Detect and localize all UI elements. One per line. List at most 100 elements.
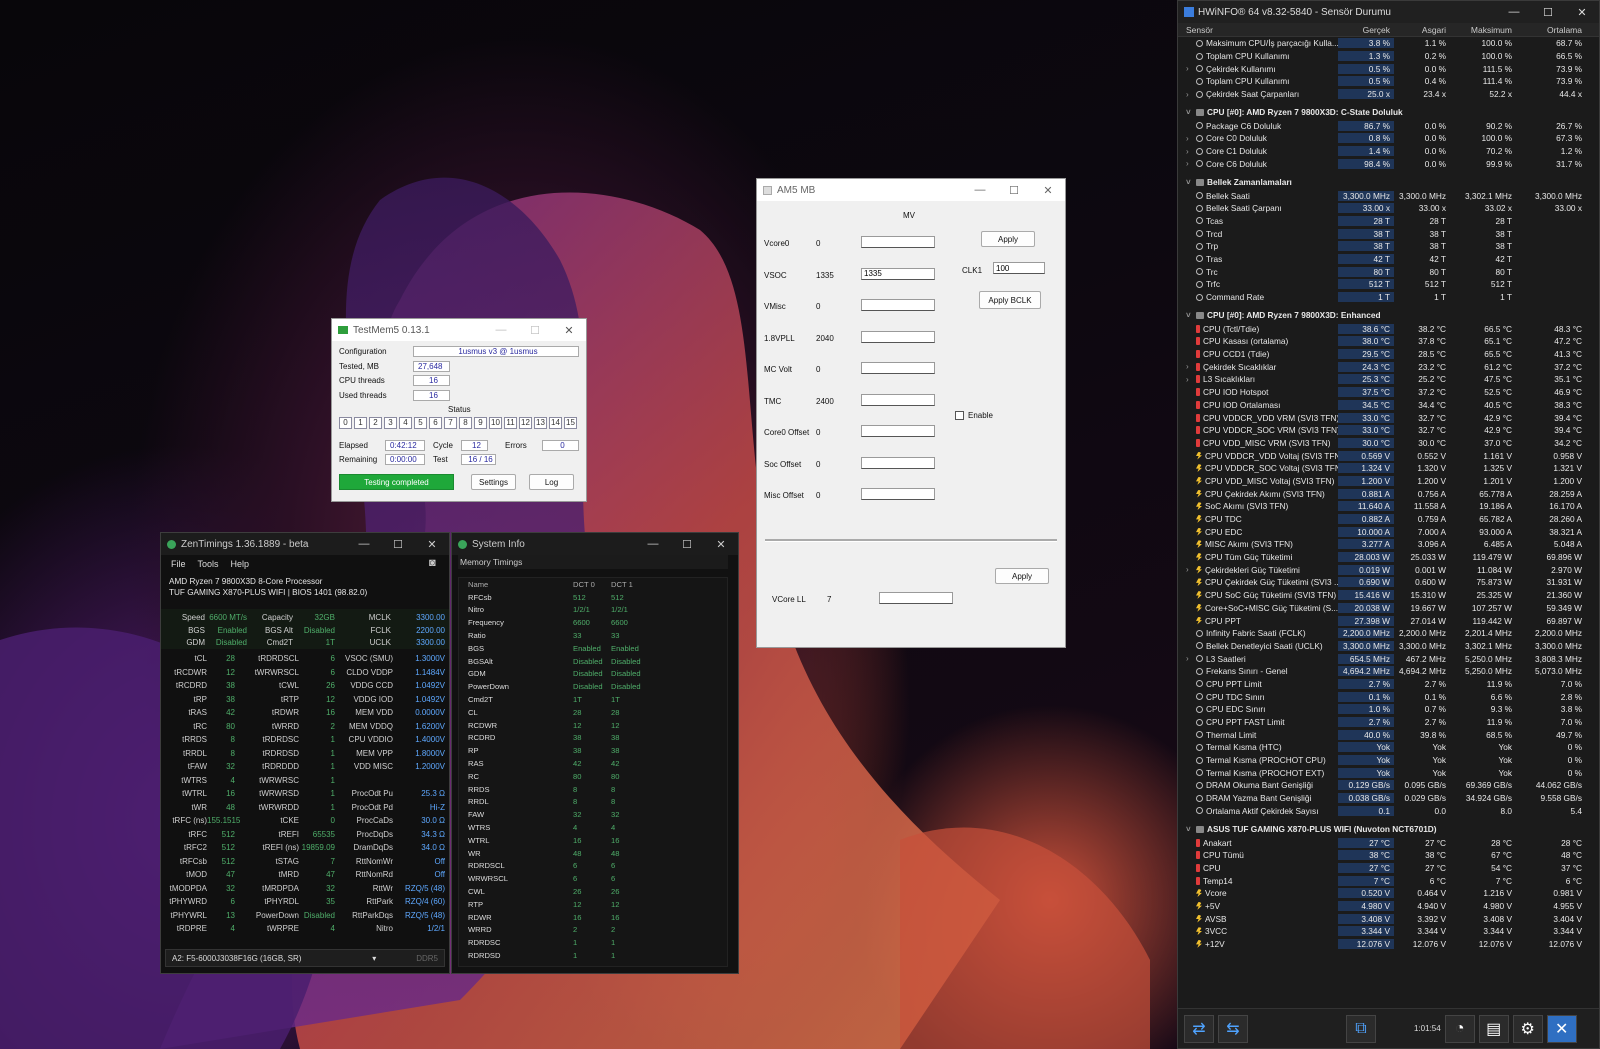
table-row[interactable]: Frequency 6600 6600	[459, 616, 727, 629]
col-dct0[interactable]: DCT 0	[573, 580, 611, 589]
am5-row-input[interactable]	[861, 236, 935, 248]
sensor-row[interactable]: Frekans Sınırı - Genel 4,694.2 MHz 4,694.2…	[1178, 665, 1599, 678]
menu-file[interactable]: File	[171, 559, 186, 569]
sensor-row[interactable]: CPU Kasası (ortalama) 38.0 °C 37.8 °C 65.1 …	[1178, 335, 1599, 348]
sensor-row[interactable]: Vcore 0.520 V 0.464 V 1.216 V 0.981 V	[1178, 887, 1599, 900]
expand-chevron-icon[interactable]: ›	[1186, 159, 1196, 168]
sensor-row[interactable]: Termal Kısma (PROCHOT EXT) Yok Yok Yok 0 %	[1178, 766, 1599, 779]
collapse-arrows-icon[interactable]: ⇆	[1218, 1014, 1248, 1043]
table-row[interactable]: RRDL 8 8	[459, 796, 727, 809]
expand-chevron-icon[interactable]: ›	[1186, 90, 1196, 99]
table-row[interactable]: WRRD 2 2	[459, 924, 727, 937]
sensor-row[interactable]: CPU VDD_MISC VRM (SVI3 TFN) 30.0 °C 30.0 °…	[1178, 437, 1599, 450]
sensor-group-header[interactable]: ˅ ASUS TUF GAMING X870-PLUS WIFI (Nuvoton…	[1178, 822, 1599, 836]
sensor-row[interactable]: CPU TDC 0.882 A 0.759 A 65.782 A 28.260 A	[1178, 513, 1599, 526]
expand-chevron-icon[interactable]: ›	[1186, 654, 1196, 663]
sensor-row[interactable]: AVSB 3.408 V 3.392 V 3.408 V 3.404 V	[1178, 912, 1599, 925]
table-row[interactable]: RCDWR 12 12	[459, 719, 727, 732]
sensor-row[interactable]: › Çekirdekleri Güç Tüketimi 0.019 W 0.001 W…	[1178, 563, 1599, 576]
sensor-row[interactable]: Temp14 7 °C 6 °C 7 °C 6 °C	[1178, 874, 1599, 887]
sensor-row[interactable]: Maksimum CPU/İş parçacığı Kulla... 3.8 % 1…	[1178, 37, 1599, 50]
table-row[interactable]: CL 28 28	[459, 706, 727, 719]
table-row[interactable]: WR 48 48	[459, 847, 727, 860]
network-icon[interactable]: ⧉	[1346, 1014, 1376, 1043]
menu-help[interactable]: Help	[231, 559, 250, 569]
col-dct1[interactable]: DCT 1	[611, 580, 671, 589]
table-row[interactable]: RAS 42 42	[459, 757, 727, 770]
settings-button[interactable]: Settings	[471, 474, 516, 490]
table-row[interactable]: RDWR 16 16	[459, 911, 727, 924]
table-row[interactable]: Cmd2T 1T 1T	[459, 693, 727, 706]
maximize-button[interactable]: ☐	[670, 538, 704, 551]
sensor-row[interactable]: CPU (Tctl/Tdie) 38.6 °C 38.2 °C 66.5 °C 48.3…	[1178, 322, 1599, 335]
sensor-row[interactable]: CPU PPT FAST Limit 2.7 % 2.7 % 11.9 % 7.0 %	[1178, 716, 1599, 729]
col-min[interactable]: Asgari	[1394, 25, 1450, 35]
table-row[interactable]: CWL 26 26	[459, 885, 727, 898]
maximize-button[interactable]: ☐	[997, 184, 1031, 197]
table-row[interactable]: RFCsb 512 512	[459, 591, 727, 604]
col-max[interactable]: Maksimum	[1450, 25, 1516, 35]
expand-chevron-icon[interactable]: ›	[1186, 134, 1196, 143]
sensor-row[interactable]: › Çekirdek Kullanımı 0.5 % 0.0 % 111.5 % 73.9…	[1178, 62, 1599, 75]
maximize-button[interactable]: ☐	[518, 324, 552, 337]
menu-tools[interactable]: Tools	[198, 559, 219, 569]
sensor-row[interactable]: › Çekirdek Sıcaklıklar 24.3 °C 23.2 °C 61.2 …	[1178, 360, 1599, 373]
expand-chevron-icon[interactable]: ›	[1186, 64, 1196, 73]
col-avg[interactable]: Ortalama	[1516, 25, 1586, 35]
sensor-row[interactable]: +12V 12.076 V 12.076 V 12.076 V 12.076 V	[1178, 938, 1599, 951]
am5-row-input[interactable]	[861, 425, 935, 437]
am5-row-input[interactable]	[861, 299, 935, 311]
sensor-row[interactable]: CPU PPT Limit 2.7 % 2.7 % 11.9 % 7.0 %	[1178, 678, 1599, 691]
apply-bottom-button[interactable]: Apply	[995, 568, 1049, 584]
sensor-row[interactable]: DRAM Okuma Bant Genişliği 0.129 GB/s 0.095…	[1178, 779, 1599, 792]
sensor-row[interactable]: CPU VDDCR_VDD VRM (SVI3 TFN) 33.0 °C 32.7 …	[1178, 411, 1599, 424]
expand-chevron-icon[interactable]: ›	[1186, 147, 1196, 156]
table-row[interactable]: PowerDown Disabled Disabled	[459, 680, 727, 693]
sensor-row[interactable]: › L3 Saatleri 654.5 MHz 467.2 MHz 5,250.0 MH…	[1178, 652, 1599, 665]
table-row[interactable]: FAW 32 32	[459, 808, 727, 821]
col-current[interactable]: Gerçek	[1338, 25, 1394, 35]
chevron-down-icon[interactable]: ˅	[1186, 311, 1196, 320]
sensor-row[interactable]: CPU VDD_MISC Voltaj (SVI3 TFN) 1.200 V 1.2…	[1178, 475, 1599, 488]
sensor-row[interactable]: CPU VDDCR_SOC VRM (SVI3 TFN) 33.0 °C 32.7 …	[1178, 424, 1599, 437]
sensor-row[interactable]: CPU Tüm Güç Tüketimi 28.003 W 25.033 W 119.…	[1178, 551, 1599, 564]
am5-row-input[interactable]	[861, 488, 935, 500]
sensor-row[interactable]: CPU EDC Sınırı 1.0 % 0.7 % 9.3 % 3.8 %	[1178, 703, 1599, 716]
expand-chevron-icon[interactable]: ›	[1186, 362, 1196, 371]
sensor-row[interactable]: Trp 38 T 38 T 38 T	[1178, 240, 1599, 253]
close-x-icon[interactable]: ✕	[1546, 1014, 1577, 1043]
minimize-button[interactable]: —	[636, 538, 670, 550]
sensor-row[interactable]: CPU 27 °C 27 °C 54 °C 37 °C	[1178, 862, 1599, 875]
memory-timings-tab[interactable]: Memory Timings	[458, 555, 728, 569]
sensor-row[interactable]: +5V 4.980 V 4.940 V 4.980 V 4.955 V	[1178, 900, 1599, 913]
table-row[interactable]: RCDRD 38 38	[459, 732, 727, 745]
enable-checkbox-row[interactable]: Enable	[955, 411, 993, 420]
table-row[interactable]: Nitro 1/2/1 1/2/1	[459, 604, 727, 617]
log-button[interactable]: Log	[529, 474, 574, 490]
chevron-down-icon[interactable]: ˅	[1186, 178, 1196, 187]
stopwatch-icon[interactable]: ◔	[1444, 1014, 1475, 1043]
table-row[interactable]: RTP 12 12	[459, 898, 727, 911]
sensor-row[interactable]: MISC Akımı (SVI3 TFN) 3.277 A 3.096 A 6.485…	[1178, 538, 1599, 551]
nav-arrows-icon[interactable]: ⇄	[1184, 1014, 1214, 1043]
close-button[interactable]: ✕	[704, 538, 738, 551]
table-row[interactable]: RC 80 80	[459, 770, 727, 783]
sensor-row[interactable]: Toplam CPU Kullanımı 0.5 % 0.4 % 111.4 % 73.…	[1178, 75, 1599, 88]
sensor-row[interactable]: Trfc 512 T 512 T 512 T	[1178, 278, 1599, 291]
sensor-row[interactable]: CPU VDDCR_VDD Voltaj (SVI3 TFN) 0.569 V 0.…	[1178, 449, 1599, 462]
sensor-row[interactable]: CPU Çekirdek Güç Tüketimi (SVI3 ... 0.690…	[1178, 576, 1599, 589]
sensor-row[interactable]: 3VCC 3.344 V 3.344 V 3.344 V 3.344 V	[1178, 925, 1599, 938]
am5-row-input[interactable]	[861, 393, 935, 406]
sensor-row[interactable]: DRAM Yazma Bant Genişliği 0.038 GB/s 0.029…	[1178, 792, 1599, 805]
chevron-down-icon[interactable]: ˅	[1186, 825, 1196, 834]
sensor-row[interactable]: Infinity Fabric Saati (FCLK) 2,200.0 MHz 2…	[1178, 627, 1599, 640]
clk1-input[interactable]	[993, 262, 1045, 274]
sensor-row[interactable]: CPU PPT 27.398 W 27.014 W 119.442 W 69.897 W	[1178, 614, 1599, 627]
minimize-button[interactable]: —	[347, 538, 381, 550]
table-row[interactable]: RP 38 38	[459, 744, 727, 757]
table-row[interactable]: GDM Disabled Disabled	[459, 668, 727, 681]
minimize-button[interactable]: —	[484, 324, 518, 336]
am5-row-input[interactable]	[861, 267, 935, 280]
sensor-row[interactable]: Trcd 38 T 38 T 38 T	[1178, 227, 1599, 240]
table-row[interactable]: BGS Enabled Enabled	[459, 642, 727, 655]
